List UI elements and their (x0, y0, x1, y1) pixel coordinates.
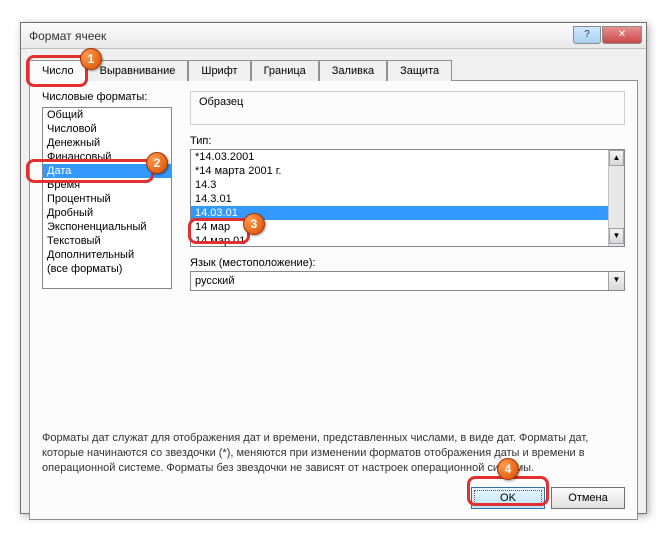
badge-3: 3 (243, 213, 265, 235)
tabstrip: Число Выравнивание Шрифт Граница Заливка… (21, 49, 646, 80)
locale-combo[interactable]: русский ▼ (190, 271, 625, 291)
close-button[interactable]: ✕ (602, 26, 642, 44)
chevron-down-icon[interactable]: ▼ (608, 272, 624, 290)
format-item-percent[interactable]: Процентный (43, 192, 171, 206)
type-scrollbar[interactable]: ▲ ▼ (608, 150, 624, 246)
sample-label: Образец (199, 96, 243, 108)
format-item-special[interactable]: Дополнительный (43, 248, 171, 262)
tab-protection[interactable]: Защита (387, 60, 452, 81)
tab-font[interactable]: Шрифт (188, 60, 250, 81)
titlebar: Формат ячеек ? ✕ (21, 23, 646, 49)
formats-list[interactable]: Общий Числовой Денежный Финансовый Дата … (42, 107, 172, 289)
tab-panel: Числовые форматы: Общий Числовой Денежны… (29, 80, 638, 520)
help-button[interactable]: ? (573, 26, 601, 44)
sample-box: Образец (190, 91, 625, 125)
badge-4: 4 (497, 458, 519, 480)
type-item[interactable]: *14 марта 2001 г. (191, 164, 624, 178)
format-item-text[interactable]: Текстовый (43, 234, 171, 248)
badge-1: 1 (80, 48, 102, 70)
ok-button[interactable]: OK (471, 487, 545, 509)
format-cells-dialog: Формат ячеек ? ✕ Число Выравнивание Шриф… (20, 22, 647, 514)
description-text: Форматы дат служат для отображения дат и… (42, 431, 625, 476)
format-item-scientific[interactable]: Экспоненциальный (43, 220, 171, 234)
dialog-buttons: OK Отмена (471, 487, 625, 509)
tab-fill[interactable]: Заливка (319, 60, 387, 81)
format-item-fraction[interactable]: Дробный (43, 206, 171, 220)
type-item[interactable]: *14.03.2001 (191, 150, 624, 164)
tab-number[interactable]: Число (29, 60, 87, 81)
window-title: Формат ячеек (29, 29, 572, 43)
format-item-custom[interactable]: (все форматы) (43, 262, 171, 276)
tab-alignment[interactable]: Выравнивание (87, 60, 189, 81)
format-item-number[interactable]: Числовой (43, 122, 171, 136)
locale-label: Язык (местоположение): (190, 257, 625, 269)
type-label: Тип: (190, 135, 625, 147)
badge-2: 2 (146, 152, 168, 174)
window-buttons: ? ✕ (572, 26, 642, 46)
locale-value: русский (195, 275, 234, 287)
right-column: Образец Тип: *14.03.2001 *14 марта 2001 … (190, 91, 625, 291)
scroll-up-icon[interactable]: ▲ (609, 150, 624, 166)
scroll-down-icon[interactable]: ▼ (609, 228, 624, 244)
format-item-time[interactable]: Время (43, 178, 171, 192)
format-item-currency[interactable]: Денежный (43, 136, 171, 150)
cancel-button[interactable]: Отмена (551, 487, 625, 509)
type-item[interactable]: 14.3 (191, 178, 624, 192)
type-item[interactable]: 14 мар 01 (191, 234, 624, 248)
type-item[interactable]: 14.3.01 (191, 192, 624, 206)
format-item-general[interactable]: Общий (43, 108, 171, 122)
tab-border[interactable]: Граница (251, 60, 319, 81)
